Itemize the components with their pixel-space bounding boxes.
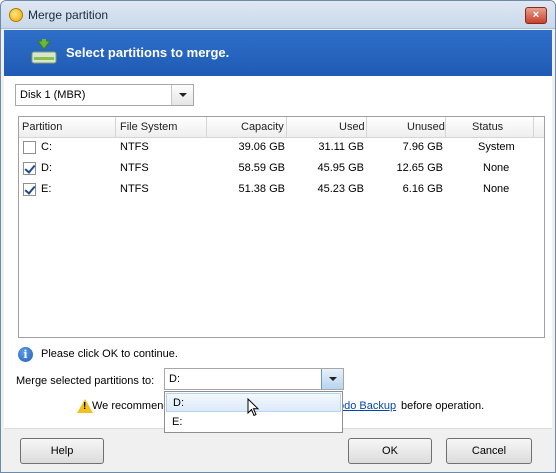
info-icon: i (18, 347, 33, 362)
warning-icon-mark: ! (83, 401, 87, 412)
col-capacity[interactable]: Capacity (241, 121, 284, 133)
column-divider[interactable] (206, 117, 207, 138)
column-divider[interactable] (286, 117, 287, 138)
merge-partition-window: Merge partition × Select partitions to m… (0, 0, 556, 473)
disk-select-value: Disk 1 (MBR) (20, 89, 86, 101)
help-button-label: Help (50, 445, 74, 457)
app-icon (9, 8, 23, 22)
cell-used: 31.11 GB (318, 141, 364, 153)
info-message: Please click OK to continue. (41, 348, 178, 360)
window-title: Merge partition (28, 8, 109, 22)
ok-button-label: OK (382, 445, 398, 457)
partition-checkbox[interactable] (23, 183, 36, 196)
cell-status: None (483, 183, 510, 195)
cell-unused: 12.65 GB (396, 162, 443, 174)
cell-capacity: 58.59 GB (238, 162, 285, 174)
merge-target-label: Merge selected partitions to: (16, 375, 155, 387)
partition-table: Partition File System Capacity Used Unus… (18, 116, 545, 338)
warning-text-after: before operation. (401, 400, 485, 412)
table-header: Partition File System Capacity Used Unus… (19, 117, 544, 138)
merge-target-arrow[interactable] (321, 369, 343, 389)
cell-status: System (478, 141, 515, 153)
banner-title: Select partitions to merge. (66, 45, 230, 60)
cell-status: None (483, 162, 510, 174)
column-divider[interactable] (366, 117, 367, 138)
partition-checkbox[interactable] (23, 141, 36, 154)
header-banner: Select partitions to merge. (4, 30, 552, 76)
ok-button[interactable]: OK (348, 438, 432, 464)
col-status[interactable]: Status (472, 121, 503, 133)
column-divider[interactable] (533, 117, 534, 138)
cell-unused: 6.16 GB (402, 183, 443, 195)
cell-file-system: NTFS (120, 141, 149, 153)
mouse-pointer-icon (247, 398, 260, 417)
cell-file-system: NTFS (120, 183, 149, 195)
col-partition[interactable]: Partition (22, 121, 62, 133)
merge-partition-icon (31, 39, 57, 64)
table-row[interactable]: D: NTFS 58.59 GB 45.95 GB 12.65 GB None (19, 159, 544, 179)
cancel-button[interactable]: Cancel (446, 438, 532, 464)
help-button[interactable]: Help (20, 438, 104, 464)
cell-file-system: NTFS (120, 162, 149, 174)
cell-partition: C: (41, 141, 52, 153)
col-unused[interactable]: Unused (407, 121, 445, 133)
cell-used: 45.23 GB (317, 183, 364, 195)
column-divider[interactable] (445, 117, 446, 138)
warning-text: We recommend (92, 400, 170, 412)
disk-select[interactable]: Disk 1 (MBR) (15, 84, 194, 106)
cell-unused: 7.96 GB (402, 141, 443, 153)
cell-capacity: 39.06 GB (238, 141, 285, 153)
chevron-down-icon (329, 377, 337, 381)
table-row[interactable]: E: NTFS 51.38 GB 45.23 GB 6.16 GB None (19, 180, 544, 200)
partition-checkbox[interactable] (23, 162, 36, 175)
table-row[interactable]: C: NTFS 39.06 GB 31.11 GB 7.96 GB System (19, 138, 544, 158)
close-button[interactable]: × (525, 7, 547, 24)
cell-partition: E: (41, 183, 52, 195)
cell-used: 45.95 GB (317, 162, 364, 174)
cell-partition: D: (41, 162, 52, 174)
backup-link[interactable]: odo Backup (338, 400, 396, 412)
merge-target-value: D: (169, 373, 180, 385)
cell-capacity: 51.38 GB (238, 183, 285, 195)
column-divider[interactable] (115, 117, 116, 138)
chevron-down-icon (179, 93, 187, 97)
content-area: Disk 1 (MBR) Partition File System Capac… (4, 76, 552, 428)
col-used[interactable]: Used (339, 121, 365, 133)
merge-target-select[interactable]: D: (164, 368, 344, 390)
cancel-button-label: Cancel (471, 445, 507, 457)
title-bar[interactable]: Merge partition × (1, 1, 555, 29)
disk-select-arrow[interactable] (171, 85, 193, 105)
col-file-system[interactable]: File System (120, 121, 177, 133)
